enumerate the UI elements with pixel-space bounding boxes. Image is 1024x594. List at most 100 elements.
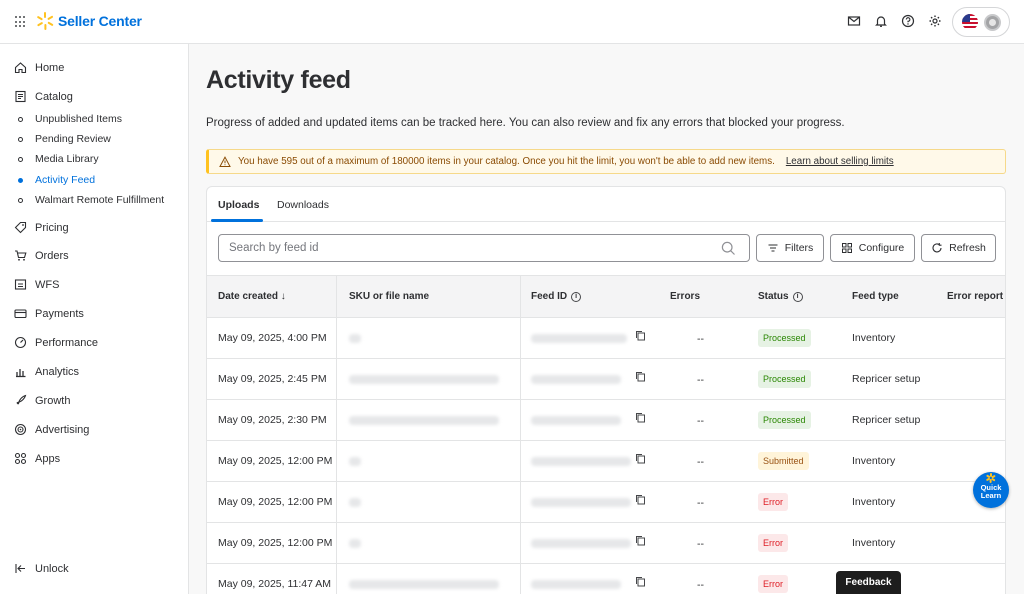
cell-errors: -- — [697, 374, 704, 386]
col-label: Status — [758, 291, 789, 302]
warehouse-icon — [14, 278, 27, 291]
sidebar-sub-label: Activity Feed — [35, 174, 96, 186]
refresh-icon — [932, 243, 942, 253]
status-badge: Error — [758, 534, 788, 552]
table-row[interactable]: May 09, 2025, 4:00 PM -- Processed Inven… — [207, 318, 1005, 359]
quick-learn-button[interactable]: Quick Learn — [973, 472, 1009, 508]
info-icon[interactable]: i — [792, 291, 803, 302]
catalog-icon — [14, 90, 27, 103]
cell-errors: -- — [697, 333, 704, 345]
copy-icon[interactable] — [635, 494, 646, 505]
active-tab-indicator — [211, 219, 263, 222]
sidebar-sub-unpublished-items[interactable]: Unpublished Items — [18, 113, 122, 125]
sidebar-item-label: Analytics — [35, 365, 80, 378]
sidebar-item-wfs[interactable]: WFS — [14, 278, 59, 291]
bullet-icon — [18, 156, 23, 162]
sidebar-item-label: Home — [35, 61, 65, 74]
copy-icon[interactable] — [635, 371, 646, 382]
quick-learn-label: Learn — [980, 491, 1002, 500]
status-badge: Processed — [758, 329, 811, 347]
copy-icon[interactable] — [635, 412, 646, 423]
mail-icon[interactable] — [847, 14, 861, 28]
sidebar-sub-pending-review[interactable]: Pending Review — [18, 133, 111, 145]
filter-icon — [768, 244, 778, 252]
sidebar-item-label: Advertising — [35, 423, 90, 436]
seller-center-logo[interactable]: Seller Center — [36, 12, 142, 30]
sidebar-item-growth[interactable]: Growth — [14, 394, 70, 407]
sidebar-item-catalog[interactable]: Catalog — [14, 90, 73, 103]
copy-icon[interactable] — [635, 453, 646, 464]
cell-errors: -- — [697, 415, 704, 427]
sidebar-item-home[interactable]: Home — [14, 61, 64, 74]
table-row[interactable]: May 09, 2025, 12:00 PM -- Submitted Inve… — [207, 441, 1005, 482]
column-divider — [336, 275, 337, 318]
status-badge: Submitted — [758, 452, 809, 470]
cell-date: May 09, 2025, 12:00 PM — [218, 537, 333, 549]
table-row[interactable]: May 09, 2025, 12:00 PM -- Error Inventor… — [207, 482, 1005, 523]
tag-icon — [14, 221, 27, 234]
configure-button[interactable]: Configure — [830, 234, 915, 262]
copy-icon[interactable] — [635, 576, 646, 587]
cell-errors: -- — [697, 579, 704, 591]
col-label: SKU or file name — [349, 291, 430, 302]
card-icon — [14, 307, 27, 320]
filters-button[interactable]: Filters — [756, 234, 824, 262]
sidebar-item-performance[interactable]: Performance — [14, 336, 98, 349]
table-row[interactable]: May 09, 2025, 2:30 PM -- Processed Repri… — [207, 400, 1005, 441]
sidebar-unlock[interactable]: Unlock — [14, 562, 69, 575]
copy-icon[interactable] — [635, 535, 646, 546]
page-description: Progress of added and updated items can … — [206, 117, 845, 129]
tab-downloads[interactable]: Downloads — [277, 199, 329, 211]
search-icon — [721, 241, 735, 255]
sidebar-item-apps[interactable]: Apps — [14, 452, 60, 465]
cell-date: May 09, 2025, 4:00 PM — [218, 332, 327, 344]
redacted-feed-id — [531, 580, 621, 589]
filters-label: Filters — [784, 242, 814, 254]
cell-errors: -- — [697, 497, 704, 509]
redacted-sku — [349, 334, 361, 343]
learn-selling-limits-link[interactable]: Learn about selling limits — [786, 156, 894, 167]
tab-uploads[interactable]: Uploads — [218, 199, 259, 211]
table-row[interactable]: May 09, 2025, 12:00 PM -- Error Inventor… — [207, 523, 1005, 564]
us-flag-icon — [961, 14, 978, 30]
sidebar-item-label: Unlock — [35, 562, 69, 575]
col-date-created[interactable]: Date created ↓ — [218, 291, 286, 302]
home-icon — [14, 61, 27, 74]
redacted-feed-id — [531, 416, 621, 425]
copy-icon[interactable] — [635, 330, 646, 341]
sidebar-item-payments[interactable]: Payments — [14, 307, 84, 320]
bell-icon[interactable] — [874, 14, 888, 28]
app-grid-icon[interactable] — [15, 16, 27, 28]
logo-text: Seller Center — [58, 13, 142, 29]
cell-feed-type: Repricer setup — [852, 373, 921, 385]
status-badge: Error — [758, 493, 788, 511]
feedback-button[interactable]: Feedback — [836, 571, 901, 594]
sidebar-sub-walmart-remote-fulfillment[interactable]: Walmart Remote Fulfillment — [18, 194, 164, 206]
info-icon[interactable]: i — [571, 291, 582, 302]
bullet-icon — [18, 136, 23, 142]
feed-search-input[interactable]: Search by feed id — [218, 234, 750, 262]
bullet-icon — [18, 177, 23, 183]
sidebar-item-advertising[interactable]: Advertising — [14, 423, 89, 436]
sidebar-item-orders[interactable]: Orders — [14, 249, 69, 262]
sidebar-item-label: Apps — [35, 452, 61, 465]
sidebar-item-pricing[interactable]: Pricing — [14, 221, 69, 234]
sidebar-item-analytics[interactable]: Analytics — [14, 365, 79, 378]
cell-feed-type: Inventory — [852, 537, 896, 549]
target-icon — [14, 423, 27, 436]
account-menu[interactable] — [952, 7, 1010, 37]
cell-feed-type: Inventory — [852, 455, 896, 467]
help-icon[interactable] — [901, 14, 915, 28]
sidebar-item-label: Payments — [35, 307, 84, 320]
sidebar-sub-label: Walmart Remote Fulfillment — [35, 194, 165, 206]
sidebar-sub-media-library[interactable]: Media Library — [18, 153, 99, 165]
bullet-icon — [18, 116, 23, 122]
gear-icon[interactable] — [928, 14, 942, 28]
cell-date: May 09, 2025, 2:30 PM — [218, 414, 327, 426]
sidebar-sub-activity-feed[interactable]: Activity Feed — [18, 174, 95, 186]
redacted-feed-id — [531, 375, 621, 384]
cell-date: May 09, 2025, 12:00 PM — [218, 496, 333, 508]
refresh-button[interactable]: Refresh — [921, 234, 996, 262]
table-row[interactable]: May 09, 2025, 2:45 PM -- Processed Repri… — [207, 359, 1005, 400]
cell-feed-type: Repricer setup — [852, 414, 921, 426]
